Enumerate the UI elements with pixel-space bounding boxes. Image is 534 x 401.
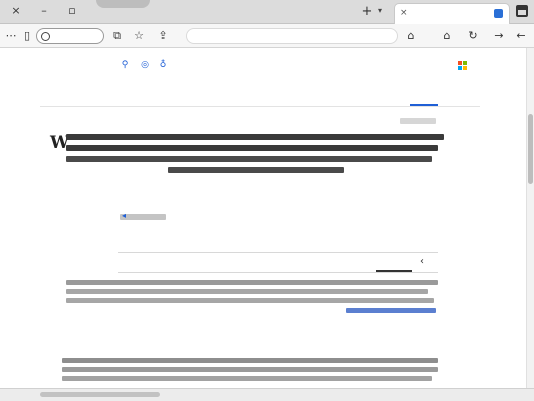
vertical-scroll-thumb[interactable]	[528, 114, 533, 184]
profile-icon	[41, 32, 50, 41]
tab-search[interactable]	[370, 90, 398, 100]
horizontal-scroll-thumb[interactable]	[40, 392, 160, 397]
subtab-1[interactable]	[318, 256, 368, 268]
tab-bar: × – ▫ + ▾ ×	[0, 0, 534, 24]
result-1-feedback-icon[interactable]: ◂	[122, 212, 130, 220]
search-icon[interactable]: ⚲	[120, 60, 130, 70]
subtab-4[interactable]	[130, 256, 194, 268]
result-2-url[interactable]	[256, 238, 436, 246]
result-1-url[interactable]	[66, 197, 438, 205]
share-icon[interactable]: ⇪	[156, 29, 170, 43]
camera-icon[interactable]: ◎	[140, 60, 150, 70]
result-3-url[interactable]	[172, 346, 438, 354]
result-3-title[interactable]	[284, 331, 438, 343]
mic-icon[interactable]: ♁	[158, 60, 168, 70]
subtab-2[interactable]	[260, 256, 314, 268]
subtab-divider-bottom	[118, 272, 438, 273]
horizontal-scrollbar[interactable]	[0, 388, 534, 401]
profile-pill[interactable]	[36, 28, 104, 44]
wiki-caption	[2, 143, 42, 151]
brand-label	[472, 60, 524, 71]
tab-close-icon[interactable]: ×	[400, 8, 408, 18]
sidebar-toggle-icon[interactable]	[516, 5, 528, 17]
collections-icon[interactable]: ⧉	[110, 29, 124, 43]
tab-list-chevron-down-icon[interactable]: ▾	[378, 6, 382, 15]
url-text[interactable]	[197, 32, 391, 42]
active-tab[interactable]: ×	[394, 3, 510, 24]
result-1-title[interactable]	[362, 184, 440, 194]
maximize-icon[interactable]: ▫	[62, 4, 82, 18]
tab-images[interactable]	[340, 90, 366, 100]
subtab-chevron-left-icon[interactable]: ‹	[420, 256, 432, 268]
tab-all[interactable]	[404, 90, 440, 100]
profile-pill-label	[53, 32, 99, 41]
close-window-icon[interactable]: ×	[6, 4, 26, 18]
address-bar[interactable]	[186, 28, 398, 44]
new-tab-button[interactable]: +	[360, 5, 374, 19]
subtab-divider-top	[118, 252, 438, 253]
bookmark-icon[interactable]: ⌂	[404, 29, 418, 43]
nav-divider	[40, 106, 480, 107]
result-2-title[interactable]	[370, 224, 438, 233]
refresh-icon[interactable]: ↻	[466, 29, 480, 43]
title-notch	[96, 0, 150, 8]
back-icon[interactable]: ←	[514, 29, 528, 43]
favorites-icon[interactable]: ☆	[132, 29, 146, 43]
split-icon[interactable]: ▯	[20, 29, 34, 43]
home-icon[interactable]: ⌂	[440, 29, 454, 43]
tab-videos[interactable]	[300, 90, 336, 100]
subtab-3[interactable]	[198, 256, 256, 268]
tab-title	[431, 9, 489, 18]
brand-logo-icon	[458, 61, 468, 71]
toolbar: ⋯ ▯ ⧉ ☆ ⇪ ⌂ ⌂ ↻ → ←	[0, 24, 534, 48]
search-query[interactable]	[362, 61, 414, 71]
tab-more[interactable]	[270, 90, 296, 100]
tab-favicon-icon	[494, 9, 503, 18]
vertical-scrollbar[interactable]	[526, 48, 534, 388]
forward-icon[interactable]: →	[492, 29, 506, 43]
results-count-line	[400, 118, 436, 124]
search-results-page: ⚲ ◎ ♁ W ◂ ‹	[0, 48, 534, 388]
subtab-0[interactable]	[374, 256, 414, 268]
minimize-icon[interactable]: –	[34, 4, 54, 18]
menu-dots-icon[interactable]: ⋯	[4, 29, 18, 43]
